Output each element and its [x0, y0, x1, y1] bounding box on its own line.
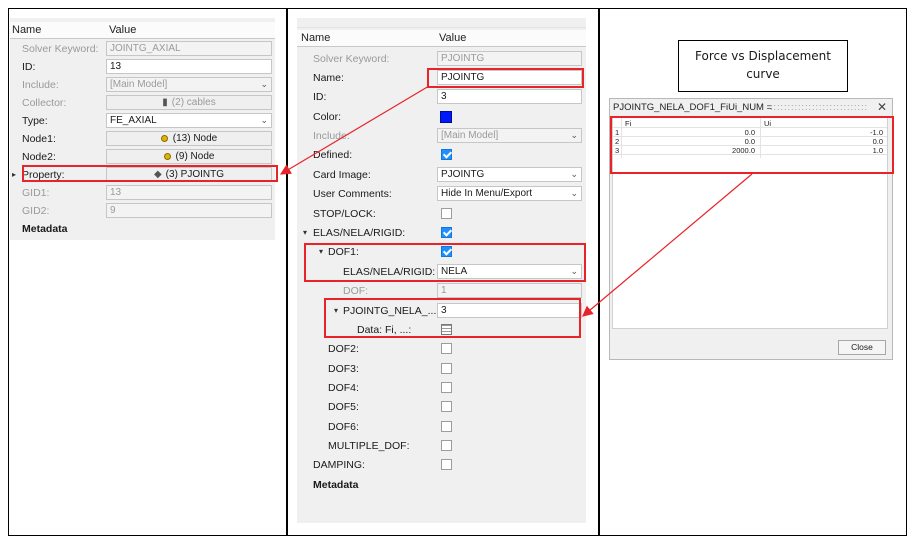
annotation-arrows [279, 85, 753, 317]
name-to-property-arrow [279, 85, 430, 175]
table-to-curve-arrow [582, 173, 753, 317]
